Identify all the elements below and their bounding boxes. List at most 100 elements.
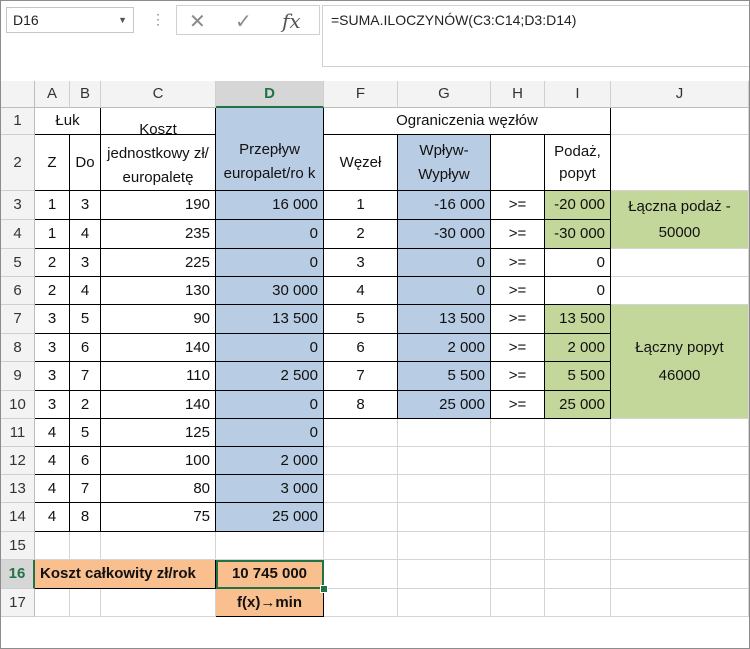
arc-przeplyw[interactable]: 3 000	[216, 475, 324, 503]
node-bilans[interactable]: -30 000	[398, 220, 491, 249]
cell-empty[interactable]	[491, 532, 545, 560]
arc-przeplyw[interactable]: 16 000	[216, 191, 324, 220]
node-bilans[interactable]: 0	[398, 249, 491, 277]
node-podaz[interactable]: -20 000	[545, 191, 611, 220]
arc-przeplyw[interactable]: 0	[216, 334, 324, 362]
column-header-j[interactable]: J	[611, 81, 749, 108]
cell-empty[interactable]	[398, 560, 491, 589]
objective-label[interactable]: f(x)→min	[216, 589, 324, 617]
node-wezel[interactable]: 5	[324, 305, 398, 334]
cell-empty[interactable]	[611, 447, 749, 475]
row-header-17[interactable]: 17	[1, 589, 35, 617]
row-header-8[interactable]: 8	[1, 334, 35, 362]
cell-empty[interactable]	[611, 503, 749, 532]
row-header-15[interactable]: 15	[1, 532, 35, 560]
node-wezel[interactable]: 1	[324, 191, 398, 220]
node-relation[interactable]: >=	[491, 334, 545, 362]
node-bilans[interactable]: 0	[398, 277, 491, 305]
arc-przeplyw[interactable]: 25 000	[216, 503, 324, 532]
row-header-16[interactable]: 16	[1, 560, 35, 589]
arc-do[interactable]: 5	[70, 305, 101, 334]
cell-empty[interactable]	[398, 589, 491, 617]
column-header-a[interactable]: A	[35, 81, 70, 108]
arc-do[interactable]: 5	[70, 419, 101, 447]
arc-koszt[interactable]: 140	[101, 391, 216, 419]
arc-do[interactable]: 2	[70, 391, 101, 419]
node-wezel[interactable]: 8	[324, 391, 398, 419]
arc-z[interactable]: 3	[35, 334, 70, 362]
cell-empty[interactable]	[611, 475, 749, 503]
cell-empty[interactable]	[101, 589, 216, 617]
cell-empty[interactable]	[398, 419, 491, 447]
enter-icon[interactable]: ✓	[235, 9, 252, 34]
cell-empty[interactable]	[324, 532, 398, 560]
node-podaz[interactable]: 25 000	[545, 391, 611, 419]
column-header-d[interactable]: D	[216, 81, 324, 108]
koszt-calkowity-label[interactable]: Koszt całkowity zł/rok	[35, 560, 216, 589]
cell-empty[interactable]	[398, 503, 491, 532]
cell-empty[interactable]	[101, 532, 216, 560]
header-koszt[interactable]: Koszt jednostkowy zł/ europaletę	[101, 109, 216, 191]
row-header-4[interactable]: 4	[1, 220, 35, 249]
cell-empty[interactable]	[324, 503, 398, 532]
arc-z[interactable]: 3	[35, 391, 70, 419]
cell-empty[interactable]	[491, 419, 545, 447]
arc-przeplyw[interactable]: 0	[216, 249, 324, 277]
chevron-down-icon[interactable]: ▼	[118, 15, 127, 25]
node-bilans[interactable]: 25 000	[398, 391, 491, 419]
arc-do[interactable]: 7	[70, 475, 101, 503]
arc-do[interactable]: 4	[70, 220, 101, 249]
node-relation[interactable]: >=	[491, 305, 545, 334]
cell-empty[interactable]	[324, 589, 398, 617]
cell-empty[interactable]	[324, 475, 398, 503]
row-header-2[interactable]: 2	[1, 135, 35, 191]
arc-przeplyw[interactable]: 2 500	[216, 362, 324, 391]
arc-koszt[interactable]: 80	[101, 475, 216, 503]
cell-empty[interactable]	[398, 532, 491, 560]
laczny-popyt[interactable]: Łączny popyt 46000	[611, 305, 749, 419]
header-przeplyw[interactable]: Przepływ europalet/ro k	[216, 108, 324, 191]
cell-empty[interactable]	[216, 532, 324, 560]
cell-empty[interactable]	[35, 532, 70, 560]
cell-j6[interactable]	[611, 277, 749, 305]
arc-koszt[interactable]: 130	[101, 277, 216, 305]
cell-empty[interactable]	[611, 589, 749, 617]
row-header-11[interactable]: 11	[1, 419, 35, 447]
arc-koszt[interactable]: 140	[101, 334, 216, 362]
node-podaz[interactable]: 2 000	[545, 334, 611, 362]
cell-empty[interactable]	[491, 589, 545, 617]
row-header-10[interactable]: 10	[1, 391, 35, 419]
node-relation[interactable]: >=	[491, 391, 545, 419]
row-header-3[interactable]: 3	[1, 191, 35, 220]
arc-koszt[interactable]: 110	[101, 362, 216, 391]
arc-z[interactable]: 2	[35, 249, 70, 277]
header-wplyw[interactable]: Wpływ- Wypływ	[398, 135, 491, 191]
arc-koszt[interactable]: 235	[101, 220, 216, 249]
node-bilans[interactable]: 5 500	[398, 362, 491, 391]
arc-przeplyw[interactable]: 0	[216, 419, 324, 447]
arc-do[interactable]: 3	[70, 191, 101, 220]
arc-z[interactable]: 4	[35, 503, 70, 532]
node-wezel[interactable]: 2	[324, 220, 398, 249]
column-header-b[interactable]: B	[70, 81, 101, 108]
cell-empty[interactable]	[324, 560, 398, 589]
node-relation[interactable]: >=	[491, 277, 545, 305]
arc-z[interactable]: 4	[35, 419, 70, 447]
cell-empty[interactable]	[611, 419, 749, 447]
row-header-6[interactable]: 6	[1, 277, 35, 305]
header-z[interactable]: Z	[35, 135, 70, 191]
drag-handle-icon[interactable]: ⋮	[151, 11, 165, 28]
header-wezel[interactable]: Węzeł	[324, 135, 398, 191]
column-header-c[interactable]: C	[101, 81, 216, 108]
arc-do[interactable]: 4	[70, 277, 101, 305]
cell-empty[interactable]	[545, 475, 611, 503]
node-relation[interactable]: >=	[491, 249, 545, 277]
cell-empty[interactable]	[35, 589, 70, 617]
arc-koszt[interactable]: 225	[101, 249, 216, 277]
row-header-12[interactable]: 12	[1, 447, 35, 475]
name-box[interactable]: D16 ▼	[6, 7, 134, 33]
arc-przeplyw[interactable]: 0	[216, 391, 324, 419]
arc-z[interactable]: 3	[35, 305, 70, 334]
row-header-5[interactable]: 5	[1, 249, 35, 277]
column-header-i[interactable]: I	[545, 81, 611, 108]
